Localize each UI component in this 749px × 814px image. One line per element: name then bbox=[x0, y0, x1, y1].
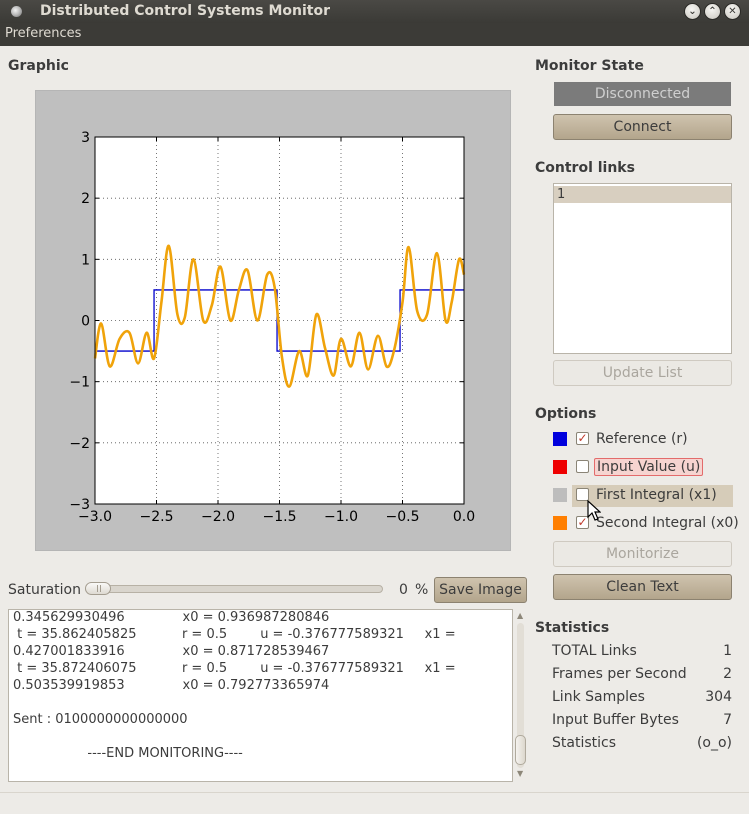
y-tick-label: 0 bbox=[81, 314, 90, 330]
scroll-down-icon[interactable]: ▼ bbox=[517, 769, 523, 778]
maximize-icon[interactable]: ⌃ bbox=[704, 3, 721, 20]
mouse-cursor-icon bbox=[587, 500, 601, 521]
y-tick-label: −2 bbox=[69, 436, 90, 452]
clean-text-button[interactable]: Clean Text bbox=[553, 574, 732, 600]
second-integral-label: Second Integral (x0) bbox=[596, 515, 739, 531]
y-tick-label: −1 bbox=[69, 375, 90, 391]
stat-label-statistics: Statistics bbox=[552, 735, 616, 751]
options-title: Options bbox=[535, 406, 597, 422]
x-tick-label: −2.0 bbox=[201, 509, 235, 525]
input-value-label: Input Value (u) bbox=[594, 458, 704, 476]
input-value-checkbox[interactable] bbox=[576, 460, 589, 473]
stat-value-link-samples: 304 bbox=[705, 689, 732, 705]
stat-label-fps: Frames per Second bbox=[552, 666, 687, 682]
save-image-button[interactable]: Save Image bbox=[434, 577, 527, 603]
y-tick-label: 2 bbox=[81, 191, 90, 207]
menu-preferences[interactable]: Preferences bbox=[5, 26, 81, 41]
log-line: Sent : 0100000000000000 bbox=[13, 712, 188, 727]
saturation-value: 0 bbox=[399, 582, 408, 598]
minimize-icon[interactable]: ⌄ bbox=[684, 3, 701, 20]
stat-value-statistics: (o_o) bbox=[696, 735, 732, 751]
stat-label-link-samples: Link Samples bbox=[552, 689, 645, 705]
x-tick-label: −2.5 bbox=[140, 509, 174, 525]
x-tick-label: −1.0 bbox=[324, 509, 358, 525]
x-tick-label: −1.5 bbox=[263, 509, 297, 525]
first-integral-color-swatch bbox=[553, 488, 567, 502]
scroll-up-icon[interactable]: ▲ bbox=[517, 611, 523, 620]
monitorize-button[interactable]: Monitorize bbox=[553, 541, 732, 567]
reference-color-swatch bbox=[553, 432, 567, 446]
stat-value-total-links: 1 bbox=[723, 643, 732, 659]
statistics-title: Statistics bbox=[535, 620, 610, 636]
log-line: t = 35.872406075 r = 0.5 u = -0.37677758… bbox=[13, 661, 456, 676]
status-bar bbox=[0, 792, 749, 814]
y-tick-label: 3 bbox=[81, 130, 90, 146]
stat-value-input-buffer: 7 bbox=[723, 712, 732, 728]
graphic-title: Graphic bbox=[8, 58, 69, 74]
log-line: ----END MONITORING---- bbox=[13, 746, 243, 761]
log-line: t = 35.862405825 r = 0.5 u = -0.37677758… bbox=[13, 627, 456, 642]
reference-checkbox[interactable]: ✓ bbox=[576, 432, 589, 445]
stat-value-fps: 2 bbox=[723, 666, 732, 682]
menu-bar: Preferences bbox=[0, 23, 749, 46]
saturation-slider[interactable] bbox=[85, 585, 383, 593]
second-integral-color-swatch bbox=[553, 516, 567, 530]
log-text-area[interactable]: 0.345629930496 x0 = 0.936987280846 t = 3… bbox=[8, 609, 513, 782]
graphic-plot: −3.0 −2.5 −2.0 −1.5 −1.0 −0.5 0.0 3 2 1 0 −1 −2 −3 bbox=[35, 90, 511, 551]
saturation-slider-handle[interactable] bbox=[85, 582, 111, 595]
log-scrollbar[interactable]: ▲ ▼ bbox=[513, 609, 528, 782]
log-line: 0.427001833916 x0 = 0.871728539467 bbox=[13, 644, 330, 659]
y-tick-label: 1 bbox=[81, 252, 90, 268]
input-value-color-swatch bbox=[553, 460, 567, 474]
title-bar: Distributed Control Systems Monitor ⌄ ⌃ … bbox=[0, 0, 749, 23]
window-title: Distributed Control Systems Monitor bbox=[40, 3, 331, 19]
stat-label-total-links: TOTAL Links bbox=[552, 643, 637, 659]
connect-button[interactable]: Connect bbox=[553, 114, 732, 140]
saturation-unit: % bbox=[415, 582, 429, 598]
reference-label: Reference (r) bbox=[596, 431, 688, 447]
log-line: 0.345629930496 x0 = 0.936987280846 bbox=[13, 610, 330, 625]
control-links-list[interactable]: 1 bbox=[553, 183, 732, 354]
x-tick-label: 0.0 bbox=[453, 509, 475, 525]
y-tick-label: −3 bbox=[69, 497, 90, 513]
app-icon bbox=[11, 6, 22, 17]
list-item[interactable]: 1 bbox=[554, 186, 731, 203]
x-tick-label: −0.5 bbox=[386, 509, 420, 525]
stat-label-input-buffer: Input Buffer Bytes bbox=[552, 712, 679, 728]
close-icon[interactable]: ✕ bbox=[724, 3, 741, 20]
update-list-button[interactable]: Update List bbox=[553, 360, 732, 386]
connection-status: Disconnected bbox=[554, 82, 731, 106]
saturation-label: Saturation bbox=[8, 582, 81, 598]
monitor-state-title: Monitor State bbox=[535, 58, 644, 74]
scroll-thumb[interactable] bbox=[515, 735, 526, 765]
log-line: 0.503539919853 x0 = 0.792773365974 bbox=[13, 678, 330, 693]
first-integral-label: First Integral (x1) bbox=[596, 487, 717, 503]
control-links-title: Control links bbox=[535, 160, 635, 176]
chart-svg: −3.0 −2.5 −2.0 −1.5 −1.0 −0.5 0.03210−1−2−3 bbox=[69, 130, 475, 525]
